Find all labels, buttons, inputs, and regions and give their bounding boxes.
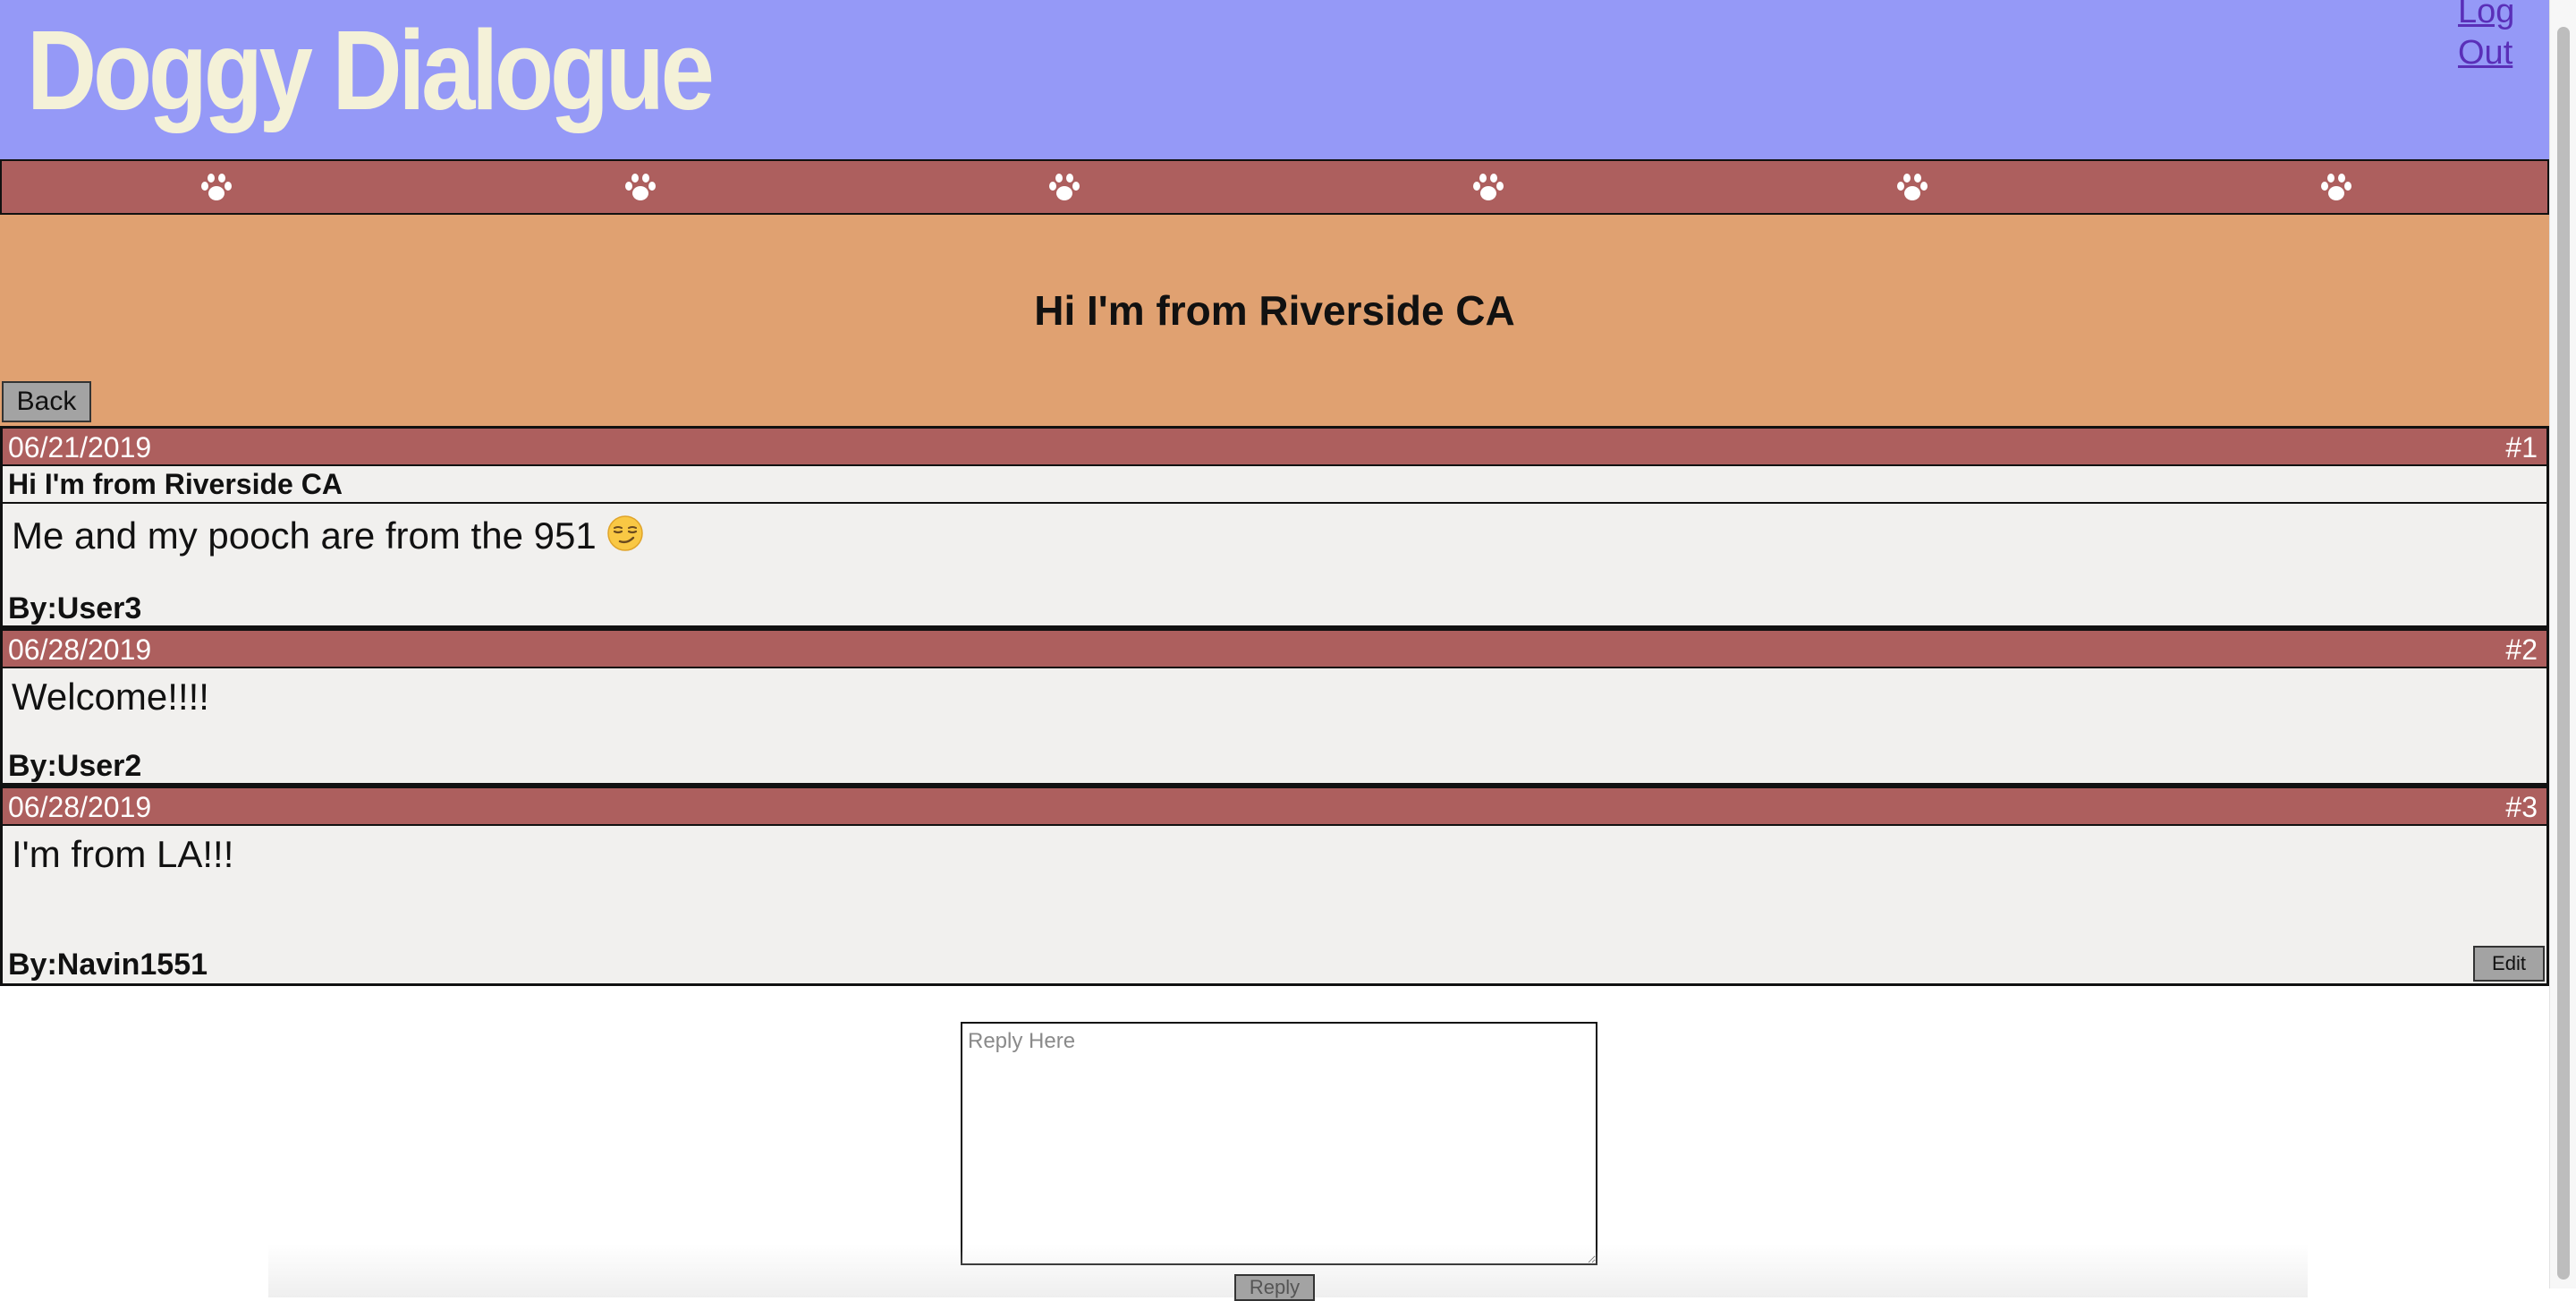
post-body: Welcome!!!! xyxy=(12,676,209,718)
post-subject: Hi I'm from Riverside CA xyxy=(3,466,2546,504)
post-date: 06/21/2019 xyxy=(8,431,152,463)
reply-textarea[interactable] xyxy=(961,1022,1597,1265)
post-body-text: Me and my pooch are from the 951 xyxy=(12,514,597,557)
paw-icon xyxy=(201,174,232,200)
post-header: 06/28/2019 #3 xyxy=(3,788,2546,826)
post-number: #2 xyxy=(2505,633,2538,666)
paw-icon xyxy=(1897,174,1928,200)
post-header: 06/28/2019 #2 xyxy=(3,631,2546,668)
post-number: #1 xyxy=(2505,431,2538,463)
paw-icon xyxy=(1473,174,1504,200)
post-body: I'm from LA!!! xyxy=(12,833,234,875)
post-author: By:Navin1551 xyxy=(8,948,208,982)
post-date: 06/28/2019 xyxy=(8,633,152,666)
post-card: 06/28/2019 #3 I'm from LA!!! By:Navin155… xyxy=(0,786,2549,986)
post-card: 06/21/2019 #1 Hi I'm from Riverside CA M… xyxy=(0,426,2549,628)
paw-icon xyxy=(2321,174,2351,200)
post-author: By:User3 xyxy=(8,591,142,625)
paw-icon xyxy=(625,174,656,200)
scrollbar-thumb[interactable] xyxy=(2557,27,2570,1280)
edit-button[interactable]: Edit xyxy=(2473,946,2545,982)
post-number: #3 xyxy=(2505,791,2538,823)
post-body: Me and my pooch are from the 951 xyxy=(12,514,644,557)
smirking-face-icon xyxy=(607,515,644,551)
post-card: 06/28/2019 #2 Welcome!!!! By:User2 xyxy=(0,628,2549,786)
paw-bar xyxy=(0,159,2549,215)
paw-icon xyxy=(1049,174,1080,200)
post-header: 06/21/2019 #1 xyxy=(3,429,2546,466)
post-date: 06/28/2019 xyxy=(8,791,152,823)
site-header: Doggy Dialogue Log Out xyxy=(0,0,2549,159)
thread-title: Hi I'm from Riverside CA xyxy=(1034,287,1515,334)
post-author: By:User2 xyxy=(8,749,142,783)
reply-button[interactable]: Reply xyxy=(1234,1274,1315,1301)
logout-link[interactable]: Log Out xyxy=(2458,0,2521,73)
back-button[interactable]: Back xyxy=(2,381,91,422)
thread-header: Hi I'm from Riverside CA Back xyxy=(0,215,2549,426)
site-title: Doggy Dialogue xyxy=(27,7,715,133)
page-scrollbar[interactable] xyxy=(2549,0,2576,1288)
